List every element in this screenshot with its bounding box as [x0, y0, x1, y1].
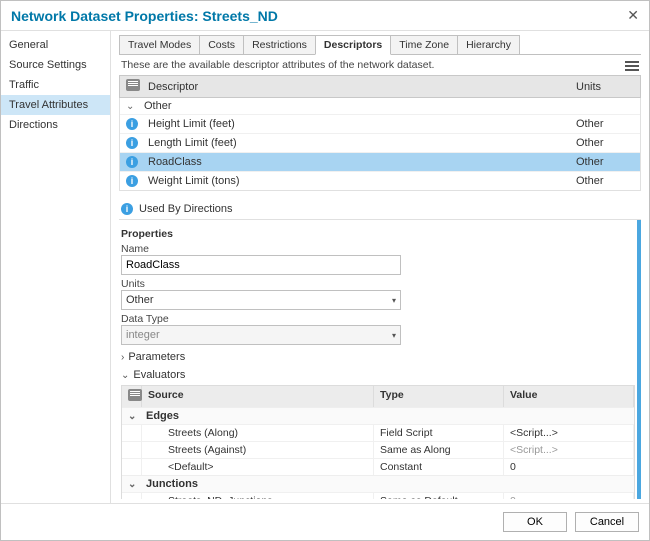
main-panel: Travel Modes Costs Restrictions Descript… [111, 31, 649, 503]
message-icon [126, 79, 140, 91]
sidebar-item-directions[interactable]: Directions [1, 115, 110, 135]
col-source[interactable]: Source [142, 386, 374, 407]
chevron-down-icon: ⌄ [126, 101, 138, 112]
sidebar-item-traffic[interactable]: Traffic [1, 75, 110, 95]
properties-panel[interactable]: Properties Name Units Other ▾ Data Type … [119, 220, 641, 499]
window-title: Network Dataset Properties: Streets_ND [11, 8, 278, 24]
dialog-footer: OK Cancel [1, 503, 649, 540]
eval-row[interactable]: Streets_ND_Junctions Same as Default 0 [122, 492, 634, 499]
message-icon [128, 389, 142, 401]
chevron-down-icon: ⌄ [121, 370, 129, 381]
col-units[interactable]: Units [570, 78, 640, 96]
evaluators-section[interactable]: ⌄ Evaluators [121, 369, 635, 381]
tab-bar: Travel Modes Costs Restrictions Descript… [119, 35, 641, 55]
close-icon[interactable]: ✕ [627, 7, 639, 24]
tab-descriptors[interactable]: Descriptors [315, 35, 391, 55]
info-icon: i [121, 203, 133, 215]
attr-list: i Height Limit (feet) Other i Length Lim… [119, 114, 641, 191]
name-label: Name [121, 243, 635, 255]
info-icon: i [126, 156, 138, 168]
chevron-right-icon: › [121, 352, 124, 363]
tab-hierarchy[interactable]: Hierarchy [457, 35, 520, 54]
used-by-row: i Used By Directions [119, 199, 641, 220]
attr-row-selected[interactable]: i RoadClass Other [120, 152, 640, 171]
attr-grid-header: Descriptor Units [119, 75, 641, 98]
tab-costs[interactable]: Costs [199, 35, 244, 54]
dialog: Network Dataset Properties: Streets_ND ✕… [0, 0, 650, 541]
units-combo[interactable]: Other ▾ [121, 290, 401, 310]
properties-heading: Properties [121, 228, 635, 240]
intro-text: These are the available descriptor attri… [121, 59, 434, 71]
col-descriptor[interactable]: Descriptor [142, 78, 570, 96]
menu-icon[interactable] [625, 59, 639, 71]
ok-button[interactable]: OK [503, 512, 567, 532]
eval-group-edges[interactable]: ⌄ Edges [122, 407, 634, 424]
datatype-combo: integer ▾ [121, 325, 401, 345]
eval-group-junctions[interactable]: ⌄ Junctions [122, 475, 634, 492]
titlebar: Network Dataset Properties: Streets_ND ✕ [1, 1, 649, 31]
info-icon: i [126, 118, 138, 130]
units-label: Units [121, 278, 635, 290]
col-type[interactable]: Type [374, 386, 504, 407]
col-value[interactable]: Value [504, 386, 634, 407]
attr-group-other[interactable]: ⌄ Other [119, 98, 641, 114]
sidebar-item-source-settings[interactable]: Source Settings [1, 55, 110, 75]
chevron-down-icon: ▾ [392, 296, 396, 305]
attr-row[interactable]: i Length Limit (feet) Other [120, 133, 640, 152]
chevron-down-icon: ⌄ [128, 479, 140, 490]
chevron-down-icon: ⌄ [128, 411, 140, 422]
eval-row[interactable]: <Default> Constant 0 [122, 458, 634, 475]
info-icon: i [126, 175, 138, 187]
name-input[interactable] [121, 255, 401, 275]
sidebar-item-travel-attributes[interactable]: Travel Attributes [1, 95, 110, 115]
attr-row[interactable]: i Weight Limit (tons) Other [120, 171, 640, 190]
eval-row[interactable]: Streets (Against) Same as Along <Script.… [122, 441, 634, 458]
info-icon: i [126, 137, 138, 149]
parameters-section[interactable]: › Parameters [121, 351, 635, 363]
attr-row[interactable]: i Height Limit (feet) Other [120, 114, 640, 133]
sidebar-item-general[interactable]: General [1, 35, 110, 55]
cancel-button[interactable]: Cancel [575, 512, 639, 532]
tab-time-zone[interactable]: Time Zone [390, 35, 458, 54]
datatype-label: Data Type [121, 313, 635, 325]
eval-row[interactable]: Streets (Along) Field Script <Script...> [122, 424, 634, 441]
evaluators-table: Source Type Value ⌄ Edges Streets (Along… [121, 385, 635, 499]
tab-travel-modes[interactable]: Travel Modes [119, 35, 200, 54]
tab-restrictions[interactable]: Restrictions [243, 35, 316, 54]
sidebar: General Source Settings Traffic Travel A… [1, 31, 111, 503]
chevron-down-icon: ▾ [392, 331, 396, 340]
